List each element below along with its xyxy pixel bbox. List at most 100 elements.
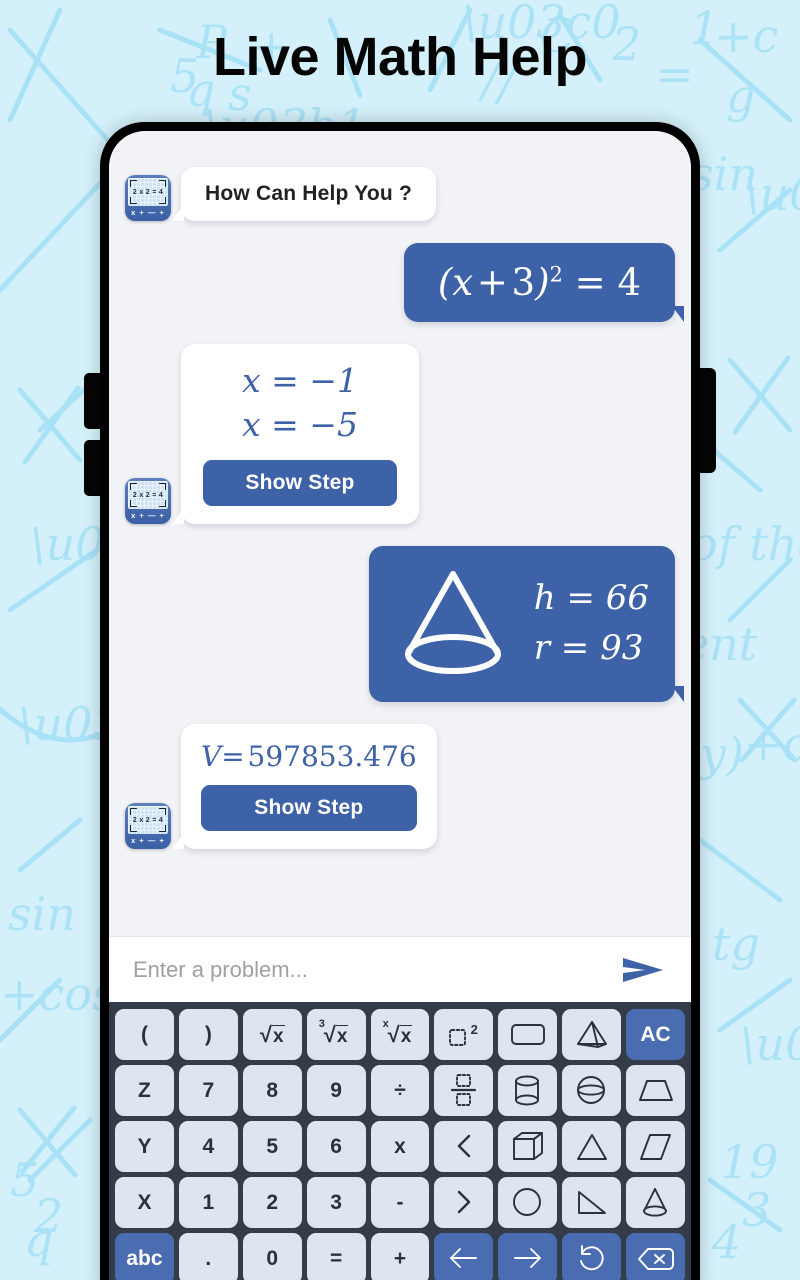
key-1[interactable]: 1	[178, 1177, 238, 1228]
key-3-label: 3	[330, 1191, 342, 1214]
key-power[interactable]: 2	[434, 1009, 494, 1060]
key-greater-than[interactable]	[434, 1177, 494, 1228]
volume-symbol: V	[201, 740, 222, 774]
cube-icon	[512, 1131, 544, 1162]
arrow-left-icon	[448, 1246, 479, 1271]
avatar-equation-text: 2 x 2 = 4	[132, 491, 164, 499]
key-less-than[interactable]	[434, 1121, 494, 1172]
svg-text:q: q	[24, 1213, 53, 1267]
key-all-clear[interactable]: AC	[626, 1009, 686, 1060]
key-cube-root-glyph: 3 √x	[318, 1017, 349, 1047]
cone-measurements: h = 66 r = 93	[534, 578, 649, 668]
key-4[interactable]: 4	[178, 1121, 238, 1172]
scan-corner-top-left-icon	[130, 808, 137, 816]
cone-question-bubble: h = 66 r = 93	[368, 546, 685, 703]
key-z[interactable]: Z	[115, 1065, 174, 1116]
scan-corner-top-right-icon	[159, 483, 166, 491]
avatar-scan-screen: 2 x 2 = 4	[128, 806, 168, 835]
key-open-paren[interactable]: (	[115, 1009, 174, 1060]
key-7[interactable]: 7	[178, 1065, 238, 1116]
key-fraction[interactable]	[434, 1065, 494, 1116]
key-parallelogram-shape[interactable]	[626, 1121, 686, 1172]
page-title: Live Math Help	[212, 27, 588, 87]
key-nth-root-glyph: x √x	[382, 1017, 413, 1047]
key-equals[interactable]: =	[306, 1233, 366, 1280]
backspace-icon	[637, 1246, 675, 1272]
key-nth-root[interactable]: x √x	[370, 1009, 430, 1060]
cone-height-value: h = 66	[533, 578, 649, 619]
scan-corner-top-left-icon	[130, 180, 137, 187]
volume-answer-bubble: V= 597853.476 Show Step	[172, 724, 437, 850]
key-cube-root[interactable]: 3 √x	[306, 1009, 366, 1060]
chevron-right-icon	[455, 1190, 473, 1215]
right-triangle-icon	[575, 1189, 608, 1217]
show-step-button-volume[interactable]: Show Step	[201, 785, 417, 832]
phone-power-button[interactable]	[698, 368, 716, 473]
key-triangle-shape[interactable]	[562, 1121, 622, 1172]
scan-corner-bottom-right-icon	[159, 825, 166, 833]
key-8[interactable]: 8	[242, 1065, 302, 1116]
key-rectangle-shape[interactable]	[498, 1009, 558, 1060]
equation-result: 4	[617, 261, 641, 304]
key-cylinder-shape[interactable]	[498, 1065, 558, 1116]
send-button[interactable]	[617, 951, 669, 989]
key-6[interactable]: 6	[306, 1121, 366, 1172]
key-5[interactable]: 5	[242, 1121, 302, 1172]
key-abc-label: abc	[126, 1247, 163, 1270]
key-3[interactable]: 3	[306, 1177, 366, 1228]
assistant-avatar-icon: 2 x 2 = 4 x + — +	[125, 803, 171, 850]
equation-bubble: (x + 3)2 = 4	[403, 243, 685, 322]
key-0[interactable]: 0	[242, 1233, 302, 1280]
key-backspace[interactable]	[626, 1233, 686, 1280]
svg-text:\u03b1: \u03b1	[740, 1017, 800, 1071]
pyramid-icon	[576, 1020, 608, 1050]
key-x[interactable]: X	[115, 1177, 174, 1228]
chat-message-greeting: 2 x 2 = 4 x + — + How Can Help You ?	[125, 167, 675, 221]
trapezoid-icon	[638, 1076, 674, 1105]
key-decimal-point-label: .	[205, 1247, 212, 1270]
cone-icon	[639, 1187, 672, 1218]
key-multiply[interactable]: x	[370, 1121, 430, 1172]
keyboard-row-5: abc. 0 = +	[115, 1233, 686, 1280]
key-plus-label: +	[393, 1247, 407, 1270]
key-arrow-right[interactable]	[498, 1233, 558, 1280]
math-keyboard: () √x 3 √x x √x 2 AC Z 7 8 9 ÷ Y 4 5 6 x X 1 2 3 - abc. 0 = +	[109, 1002, 691, 1280]
parallelogram-icon	[639, 1132, 672, 1162]
key-divide[interactable]: ÷	[370, 1065, 430, 1116]
key-cone-shape[interactable]	[626, 1177, 686, 1228]
key-square-root[interactable]: √x	[242, 1009, 302, 1060]
key-2[interactable]: 2	[242, 1177, 302, 1228]
key-undo[interactable]	[562, 1233, 622, 1280]
key-8-label: 8	[266, 1079, 279, 1102]
keyboard-row-3: Y 4 5 6 x	[115, 1121, 686, 1172]
key-close-paren-label: )	[204, 1023, 212, 1046]
answer-line-1: x = −1	[242, 361, 358, 400]
key-7-label: 7	[202, 1079, 215, 1102]
key-close-paren[interactable]: )	[178, 1009, 238, 1060]
problem-input[interactable]	[133, 956, 605, 983]
key-arrow-left[interactable]	[434, 1233, 494, 1280]
avatar-equation-text: 2 x 2 = 4	[132, 188, 164, 196]
key-abc[interactable]: abc	[115, 1233, 174, 1280]
key-circle-shape[interactable]	[498, 1177, 558, 1228]
key-9[interactable]: 9	[306, 1065, 366, 1116]
key-5-label: 5	[266, 1135, 279, 1158]
key-pyramid-shape[interactable]	[562, 1009, 622, 1060]
key-trapezoid-shape[interactable]	[626, 1065, 686, 1116]
key-decimal-point[interactable]: .	[178, 1233, 238, 1280]
key-y[interactable]: Y	[115, 1121, 174, 1172]
key-minus[interactable]: -	[370, 1177, 430, 1228]
svg-text:sin: sin	[8, 887, 76, 941]
show-step-button-equation[interactable]: Show Step	[203, 460, 397, 507]
key-plus[interactable]: +	[370, 1233, 430, 1280]
phone-mockup: 2 x 2 = 4 x + — + How Can Help You ? (x …	[100, 122, 700, 1280]
undo-icon	[577, 1244, 606, 1273]
answer-line-2: x = −5	[242, 405, 358, 445]
key-6-label: 6	[330, 1135, 342, 1158]
scan-corner-top-right-icon	[159, 808, 166, 816]
key-right-triangle-shape[interactable]	[562, 1177, 622, 1228]
key-cube-shape[interactable]	[498, 1121, 558, 1172]
key-y-label: Y	[137, 1135, 152, 1158]
key-sphere-shape[interactable]	[562, 1065, 622, 1116]
key-2-label: 2	[266, 1191, 279, 1214]
